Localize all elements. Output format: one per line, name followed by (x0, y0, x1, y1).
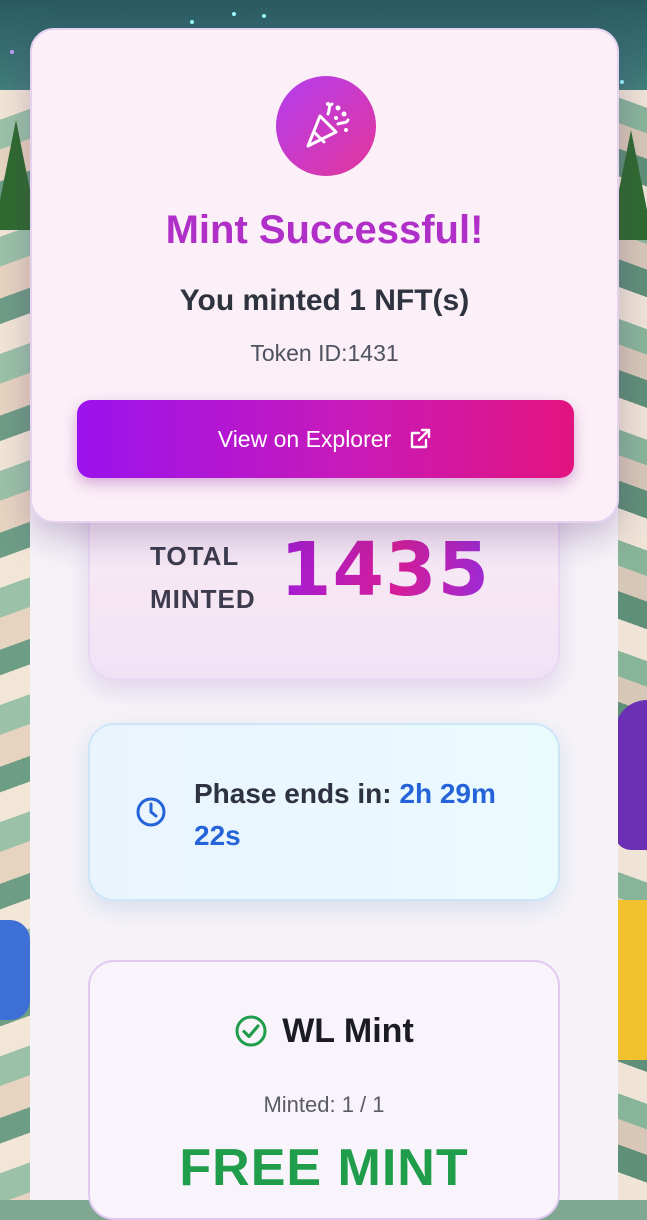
phase-countdown-card: Phase ends in: 2h 29m 22s (88, 723, 560, 901)
external-link-icon (411, 428, 431, 449)
phase-countdown-text: Phase ends in: 2h 29m 22s (194, 773, 534, 857)
sparkle-dot (232, 12, 236, 16)
phase-time-seconds: 22s (194, 820, 241, 851)
sparkle-dot (262, 14, 266, 18)
sparkle-dot (190, 20, 194, 24)
party-popper-badge (276, 76, 376, 176)
sparkle-dot (620, 80, 624, 84)
total-label-line1: TOTAL (150, 541, 240, 571)
check-circle-icon (235, 1015, 267, 1047)
total-minted-value: 1435 (280, 527, 490, 613)
minted-count-text: You minted 1 NFT(s) (179, 284, 470, 317)
character-illustration (615, 700, 647, 850)
party-popper-icon (306, 102, 350, 148)
clock-icon (136, 797, 166, 827)
wl-minted-count: Minted: 1 / 1 (263, 1092, 385, 1117)
mint-success-title: Mint Successful! (165, 208, 484, 252)
character-illustration (617, 900, 647, 1060)
token-id-text: Token ID:1431 (250, 340, 399, 366)
phase-time-hours-minutes: 2h 29m (399, 778, 496, 809)
wl-mint-card: WL Mint Minted: 1 / 1 FREE MINT (88, 960, 560, 1220)
wl-price-label: FREE MINT (179, 1139, 469, 1197)
view-on-explorer-label: View on Explorer (217, 425, 392, 452)
total-label-line2: MINTED (150, 584, 256, 614)
view-on-explorer-button[interactable]: View on Explorer (77, 400, 574, 478)
total-minted-label: TOTAL MINTED (150, 535, 280, 621)
mint-success-modal: Mint Successful! You minted 1 NFT(s) Tok… (30, 28, 619, 523)
wl-mint-title: WL Mint (90, 1012, 558, 1051)
sparkle-dot (10, 50, 14, 54)
wl-mint-title-text: WL Mint (282, 1012, 414, 1050)
phase-label: Phase ends in: (194, 778, 400, 809)
character-illustration (0, 920, 30, 1020)
